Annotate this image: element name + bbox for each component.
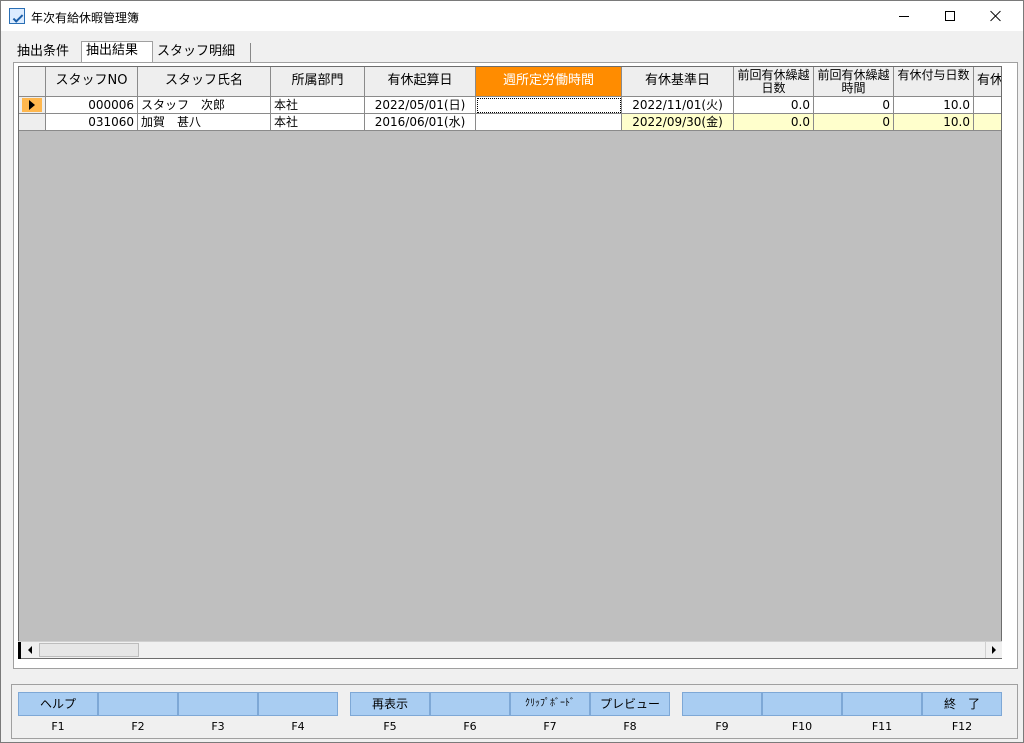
row-header[interactable] bbox=[19, 114, 46, 131]
f12-key-label: F12 bbox=[951, 720, 973, 733]
cell-weekly-hours[interactable] bbox=[476, 114, 622, 131]
f11-key-label: F11 bbox=[871, 720, 893, 733]
f8-preview-button[interactable]: プレビュー bbox=[590, 692, 670, 716]
cell-grant-days[interactable]: 10.0 bbox=[894, 114, 974, 131]
grid-corner-cell[interactable] bbox=[19, 67, 46, 97]
col-header-staff-name[interactable]: スタッフ氏名 bbox=[138, 67, 271, 97]
horizontal-scrollbar[interactable] bbox=[18, 641, 1002, 659]
tab-extract-results[interactable]: 抽出結果 bbox=[81, 41, 153, 63]
col-header-leave-start-date[interactable]: 有休起算日 bbox=[365, 67, 476, 97]
f2-button[interactable] bbox=[98, 692, 178, 716]
f5-refresh-button[interactable]: 再表示 bbox=[350, 692, 430, 716]
f1-key-label: F1 bbox=[51, 720, 65, 733]
app-icon bbox=[9, 8, 25, 24]
app-window: 年次有給休暇管理簿 抽出条件 抽出結果 スタッフ明細 スタッフNO スタッフ氏名… bbox=[0, 0, 1024, 743]
cell-grant-days[interactable]: 10.0 bbox=[894, 97, 974, 114]
f10-key-label: F10 bbox=[791, 720, 813, 733]
scrollbar-thumb[interactable] bbox=[39, 643, 139, 657]
arrow-left-icon bbox=[27, 646, 32, 654]
col-header-staff-no[interactable]: スタッフNO bbox=[46, 67, 138, 97]
f4-button[interactable] bbox=[258, 692, 338, 716]
col-header-base-date[interactable]: 有休基準日 bbox=[622, 67, 734, 97]
f9-button[interactable] bbox=[682, 692, 762, 716]
window-title: 年次有給休暇管理簿 bbox=[31, 11, 140, 25]
col-header-carry-hours[interactable]: 前回有休繰越時間 bbox=[814, 67, 894, 97]
f8-key-label: F8 bbox=[623, 720, 637, 733]
f4-key-label: F4 bbox=[291, 720, 305, 733]
tab-extract-conditions[interactable]: 抽出条件 bbox=[13, 43, 79, 63]
cell-carry-days[interactable]: 0.0 bbox=[734, 114, 814, 131]
cell-staff-name[interactable]: 加賀 甚八 bbox=[138, 114, 271, 131]
maximize-icon bbox=[945, 11, 955, 21]
f3-button[interactable] bbox=[178, 692, 258, 716]
cell-leave-start-date[interactable]: 2022/05/01(日) bbox=[365, 97, 476, 114]
close-icon bbox=[990, 10, 1002, 22]
cell-leave-start-date[interactable]: 2016/06/01(水) bbox=[365, 114, 476, 131]
col-header-grant-days[interactable]: 有休付与日数 bbox=[894, 67, 974, 97]
row-cursor-icon bbox=[29, 100, 35, 110]
maximize-button[interactable] bbox=[927, 1, 973, 31]
cell-extra[interactable] bbox=[974, 114, 1001, 131]
f6-button[interactable] bbox=[430, 692, 510, 716]
tab-staff-details[interactable]: スタッフ明細 bbox=[153, 43, 251, 63]
cell-staff-no[interactable]: 000006 bbox=[46, 97, 138, 114]
cell-carry-hours[interactable]: 0 bbox=[814, 97, 894, 114]
f12-exit-button[interactable]: 終 了 bbox=[922, 692, 1002, 716]
row-header-current[interactable] bbox=[19, 97, 46, 114]
col-header-extra[interactable]: 有休 bbox=[974, 67, 1001, 97]
cell-department[interactable]: 本社 bbox=[271, 114, 365, 131]
cell-staff-name[interactable]: スタッフ 次郎 bbox=[138, 97, 271, 114]
f11-button[interactable] bbox=[842, 692, 922, 716]
f6-key-label: F6 bbox=[463, 720, 477, 733]
scroll-left-button[interactable] bbox=[21, 642, 38, 658]
arrow-right-icon bbox=[992, 646, 996, 654]
cell-base-date[interactable]: 2022/11/01(火) bbox=[622, 97, 734, 114]
f9-key-label: F9 bbox=[715, 720, 729, 733]
cell-extra[interactable] bbox=[974, 97, 1001, 114]
f3-key-label: F3 bbox=[211, 720, 225, 733]
cell-base-date[interactable]: 2022/09/30(金) bbox=[622, 114, 734, 131]
col-header-department[interactable]: 所属部門 bbox=[271, 67, 365, 97]
cell-carry-hours[interactable]: 0 bbox=[814, 114, 894, 131]
f7-clipboard-button[interactable]: ｸﾘｯﾌﾟﾎﾞｰﾄﾞ bbox=[510, 692, 590, 716]
f2-key-label: F2 bbox=[131, 720, 145, 733]
cell-carry-days[interactable]: 0.0 bbox=[734, 97, 814, 114]
minimize-button[interactable] bbox=[881, 1, 927, 31]
title-bar: 年次有給休暇管理簿 bbox=[1, 1, 1023, 31]
f1-help-button[interactable]: ヘルプ bbox=[18, 692, 98, 716]
f5-key-label: F5 bbox=[383, 720, 397, 733]
cell-weekly-hours[interactable] bbox=[476, 97, 622, 114]
col-header-weekly-hours[interactable]: 週所定労働時間 bbox=[476, 67, 622, 97]
f7-key-label: F7 bbox=[543, 720, 557, 733]
results-grid[interactable]: スタッフNO スタッフ氏名 所属部門 有休起算日 週所定労働時間 有休基準日 前… bbox=[18, 66, 1002, 659]
minimize-icon bbox=[899, 15, 909, 17]
f10-button[interactable] bbox=[762, 692, 842, 716]
close-button[interactable] bbox=[973, 1, 1019, 31]
scroll-right-button[interactable] bbox=[985, 642, 1002, 658]
cell-department[interactable]: 本社 bbox=[271, 97, 365, 114]
col-header-carry-days[interactable]: 前回有休繰越日数 bbox=[734, 67, 814, 97]
cell-staff-no[interactable]: 031060 bbox=[46, 114, 138, 131]
